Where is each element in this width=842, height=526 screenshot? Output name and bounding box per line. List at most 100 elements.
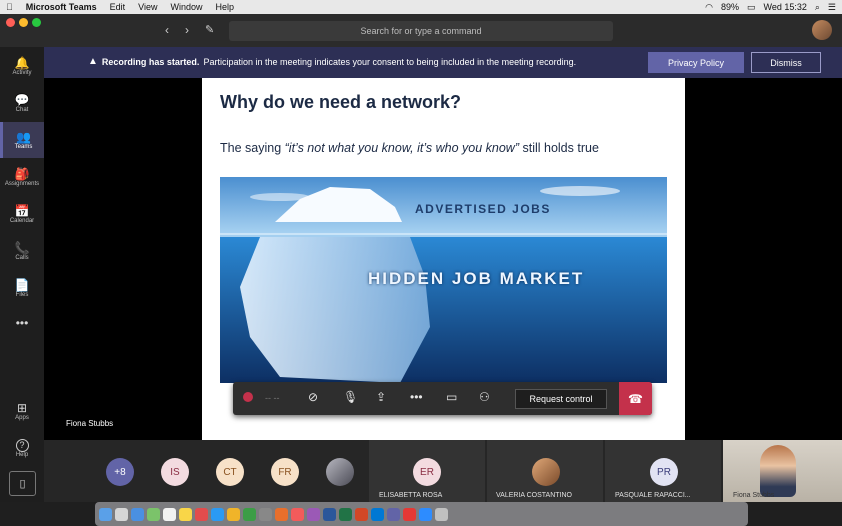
messages-icon[interactable] <box>147 507 160 521</box>
excel-icon[interactable] <box>339 507 352 521</box>
forward-arrow-icon[interactable]: › <box>185 23 189 37</box>
finder-icon[interactable] <box>99 507 112 521</box>
file-icon: 📄 <box>14 277 30 292</box>
menu-edit[interactable]: Edit <box>110 2 126 12</box>
music-icon[interactable] <box>291 507 304 521</box>
chat-icon: 💬 <box>14 92 30 107</box>
participant-name-vc: VALERIA COSTANTINO <box>496 492 572 499</box>
rail-help[interactable]: ? Help <box>0 430 44 466</box>
avatar[interactable] <box>812 20 832 40</box>
safari-icon[interactable] <box>131 507 144 521</box>
close-window-icon[interactable] <box>6 18 15 27</box>
zoom-icon[interactable] <box>419 507 432 521</box>
rail-calls[interactable]: 📞 Calls <box>0 233 44 269</box>
trash-icon[interactable] <box>435 507 448 521</box>
warning-icon: ▲ <box>88 56 98 67</box>
phone-icon: 📞 <box>14 240 30 255</box>
participant-bubble-is[interactable]: IS <box>161 458 189 486</box>
skype-icon[interactable] <box>211 507 224 521</box>
powerpoint-icon[interactable] <box>355 507 368 521</box>
rail-label: Help <box>15 451 29 458</box>
rail-label: Teams <box>14 143 33 150</box>
privacy-policy-button[interactable]: Privacy Policy <box>648 52 744 73</box>
notes-icon[interactable] <box>179 507 192 521</box>
podcasts-icon[interactable] <box>307 507 320 521</box>
participant-initials-er: ER <box>413 458 441 486</box>
rail-chat[interactable]: 💬 Chat <box>0 85 44 121</box>
teams-dock-icon[interactable] <box>387 507 400 521</box>
mobile-device-icon[interactable]: ▯ <box>9 471 36 496</box>
dismiss-button[interactable]: Dismiss <box>751 52 821 73</box>
rail-teams[interactable]: 👥 Teams <box>0 122 44 158</box>
presenter-name: Fiona Stubbs <box>66 419 114 428</box>
rail-apps[interactable]: ⊞ Apps <box>0 393 44 429</box>
help-icon: ? <box>15 438 29 452</box>
participant-name-pr: PASQUALE RAPACCI... <box>615 492 691 499</box>
outlook-icon[interactable] <box>371 507 384 521</box>
compose-icon[interactable]: ✎ <box>205 23 214 36</box>
acrobat-icon[interactable] <box>403 507 416 521</box>
slide-title: Why do we need a network? <box>220 92 462 112</box>
self-video-person <box>760 445 796 497</box>
more-actions-icon[interactable]: ••• <box>410 390 423 404</box>
launchpad-icon[interactable] <box>115 507 128 521</box>
maps-icon[interactable] <box>243 507 256 521</box>
battery-icon[interactable]: ▭ <box>747 2 756 13</box>
battery-percent: 89% <box>720 2 739 12</box>
share-screen-icon[interactable]: ⇪ <box>376 390 386 404</box>
recording-notice-bold: Recording has started. <box>101 56 200 67</box>
iceberg-bottom-label: HIDDEN JOB MARKET <box>368 269 585 288</box>
system-prefs-icon[interactable] <box>259 507 272 521</box>
call-timer-icon: -- -- <box>265 393 280 403</box>
wifi-icon[interactable]: ◠ <box>705 2 713 13</box>
self-video-name: Fiona Stubbs <box>733 492 775 499</box>
camera-off-icon[interactable]: ⊘ <box>308 390 318 404</box>
back-arrow-icon[interactable]: ‹ <box>165 23 169 37</box>
menu-help[interactable]: Help <box>216 2 235 12</box>
meeting-controls: -- -- ⊘ 🎙 ⇪ ••• ▭ ⚇ Request control ☎ <box>233 382 652 415</box>
firefox-icon[interactable] <box>275 507 288 521</box>
participant-bubble-ct[interactable]: CT <box>216 458 244 486</box>
word-icon[interactable] <box>323 507 336 521</box>
menu-view[interactable]: View <box>138 2 157 12</box>
recording-dot-icon <box>243 392 253 402</box>
rail-activity[interactable]: 🔔 Activity <box>0 48 44 84</box>
photos-icon[interactable] <box>195 507 208 521</box>
participant-photo-bubble[interactable] <box>326 458 354 486</box>
chat-toggle-icon[interactable]: ▭ <box>446 390 457 404</box>
control-center-icon[interactable]: ☰ <box>828 2 836 13</box>
apple-icon[interactable]:  <box>6 2 13 12</box>
rail-calendar[interactable]: 📅 Calendar <box>0 196 44 232</box>
iceberg-top-label: ADVERTISED JOBS <box>415 202 551 216</box>
participant-photo-vc <box>532 458 560 486</box>
apps-icon: ⊞ <box>16 400 28 415</box>
rail-label: Calls <box>15 254 29 261</box>
rail-label: Files <box>15 291 29 298</box>
chrome-icon[interactable] <box>227 507 240 521</box>
minimize-window-icon[interactable] <box>19 18 28 27</box>
rail-label: Activity <box>12 69 32 76</box>
request-control-button[interactable]: Request control <box>515 389 607 409</box>
rail-files[interactable]: 📄 Files <box>0 270 44 306</box>
more-participants-bubble[interactable]: +8 <box>106 458 134 486</box>
rail-assignments[interactable]: 🎒 Assignments <box>0 159 44 195</box>
participant-name-er: ELISABETTA ROSA <box>379 492 443 499</box>
search-input[interactable]: Search for or type a command <box>229 21 613 41</box>
hang-up-icon: ☎ <box>628 391 643 406</box>
search-icon[interactable]: ⌕ <box>815 2 820 13</box>
hang-up-button[interactable]: ☎ <box>619 382 652 415</box>
mac-menubar:  Microsoft Teams Edit View Window Help … <box>0 0 842 14</box>
menubar-status-area: ◠ 89% ▭ Wed 15:32 ⌕ ☰ <box>705 2 836 13</box>
more-icon: ••• <box>15 315 29 330</box>
menu-window[interactable]: Window <box>170 2 202 12</box>
mic-off-icon[interactable]: 🎙 <box>343 390 358 404</box>
zoom-window-icon[interactable] <box>32 18 41 27</box>
participant-bubble-fr[interactable]: FR <box>271 458 299 486</box>
rail-more[interactable]: ••• <box>0 305 44 341</box>
menu-app-name[interactable]: Microsoft Teams <box>26 2 97 12</box>
participants-icon[interactable]: ⚇ <box>479 390 490 404</box>
calendar-app-icon[interactable] <box>163 507 176 521</box>
iceberg-image: ADVERTISED JOBS HIDDEN JOB MARKET <box>220 177 667 383</box>
rail-label: Chat <box>15 106 29 113</box>
clock[interactable]: Wed 15:32 <box>764 2 807 12</box>
